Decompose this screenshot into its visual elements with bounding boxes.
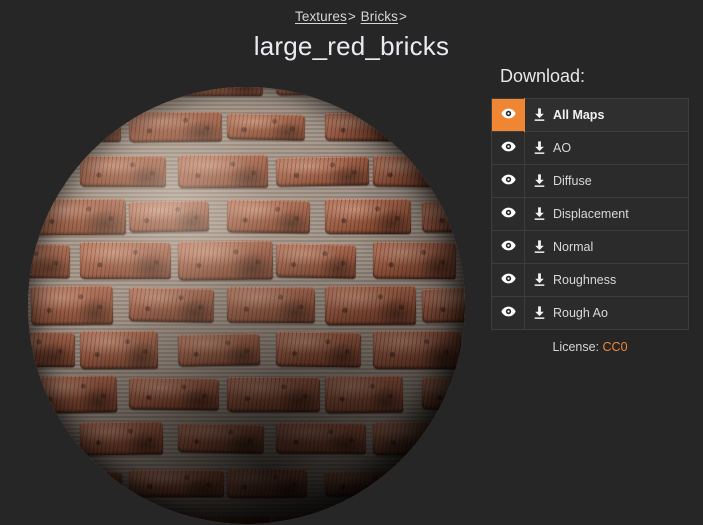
download-icon[interactable] — [533, 207, 546, 221]
breadcrumb-separator: > — [347, 9, 356, 24]
breadcrumb: Textures> Bricks> — [0, 9, 703, 25]
download-panel: Download: All Maps AO Diffuse Displacement N… — [491, 60, 689, 355]
download-row-ao[interactable]: AO — [491, 131, 689, 165]
download-label: Normal — [553, 240, 594, 254]
download-row-diffuse[interactable]: Diffuse — [491, 164, 689, 198]
license-value-link[interactable]: CC0 — [603, 340, 628, 354]
download-icon[interactable] — [533, 240, 546, 254]
download-row-displacement[interactable]: Displacement — [491, 197, 689, 231]
preview-toggle-cell[interactable] — [491, 131, 525, 165]
download-icon[interactable] — [533, 174, 546, 188]
eye-icon[interactable] — [500, 174, 516, 185]
download-row-normal[interactable]: Normal — [491, 230, 689, 264]
download-icon[interactable] — [533, 141, 546, 155]
download-link-ao[interactable]: AO — [533, 132, 571, 164]
preview-toggle-cell[interactable] — [491, 296, 525, 330]
download-heading: Download: — [500, 66, 586, 86]
download-label: Rough Ao — [553, 306, 608, 320]
breadcrumb-separator: > — [399, 9, 407, 24]
page-title: large_red_bricks — [253, 31, 450, 61]
eye-icon[interactable] — [500, 108, 516, 119]
download-label: All Maps — [553, 108, 605, 122]
sphere-surface — [28, 87, 465, 524]
eye-icon[interactable] — [500, 306, 516, 317]
download-link-cell[interactable]: Rough Ao — [525, 297, 689, 330]
preview-toggle-cell[interactable] — [491, 197, 525, 231]
download-link-normal[interactable]: Normal — [533, 231, 593, 263]
texture-detail-page: Textures> Bricks> large_red_bricks Downl… — [0, 0, 703, 525]
download-link-all-maps[interactable]: All Maps — [533, 99, 604, 131]
download-icon[interactable] — [533, 306, 546, 320]
download-link-diffuse[interactable]: Diffuse — [533, 165, 592, 197]
breadcrumb-link-bricks[interactable]: Bricks — [361, 9, 398, 24]
download-link-cell[interactable]: Roughness — [525, 264, 689, 297]
preview-toggle-cell[interactable] — [491, 164, 525, 198]
material-sphere-preview[interactable] — [28, 87, 465, 524]
download-row-rough-ao[interactable]: Rough Ao — [491, 296, 689, 330]
download-icon[interactable] — [533, 273, 546, 287]
download-row-roughness[interactable]: Roughness — [491, 263, 689, 297]
download-label: Diffuse — [553, 174, 592, 188]
download-row-all-maps[interactable]: All Maps — [491, 98, 689, 132]
download-link-cell[interactable]: Normal — [525, 231, 689, 264]
preview-toggle-cell[interactable] — [491, 230, 525, 264]
download-maps-table: All Maps AO Diffuse Displacement Normal Rough… — [491, 98, 689, 330]
eye-icon[interactable] — [500, 240, 516, 251]
download-label: Roughness — [553, 273, 617, 287]
eye-icon[interactable] — [500, 207, 516, 218]
eye-icon[interactable] — [500, 141, 516, 152]
brick-texture — [28, 87, 465, 524]
download-link-rough-ao[interactable]: Rough Ao — [533, 297, 608, 329]
breadcrumb-link-textures[interactable]: Textures — [295, 9, 347, 24]
preview-toggle-cell[interactable] — [491, 98, 525, 132]
material-preview-area — [0, 60, 480, 525]
download-label: Displacement — [553, 207, 629, 221]
preview-toggle-cell[interactable] — [491, 263, 525, 297]
download-label: AO — [553, 141, 572, 155]
license-line: License: CC0 — [491, 339, 689, 355]
eye-icon[interactable] — [500, 273, 516, 284]
download-link-roughness[interactable]: Roughness — [533, 264, 616, 296]
download-link-cell[interactable]: All Maps — [525, 99, 689, 132]
download-link-cell[interactable]: Diffuse — [525, 165, 689, 198]
license-label: License: — [552, 340, 600, 354]
download-icon[interactable] — [533, 108, 546, 122]
download-link-displacement[interactable]: Displacement — [533, 198, 629, 230]
page-header: Textures> Bricks> large_red_bricks — [0, 0, 703, 62]
download-link-cell[interactable]: Displacement — [525, 198, 689, 231]
download-link-cell[interactable]: AO — [525, 132, 689, 165]
